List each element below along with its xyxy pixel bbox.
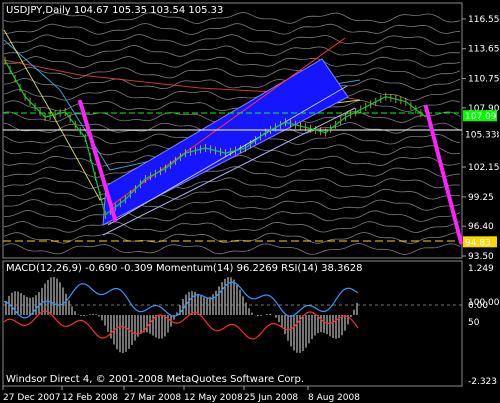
price-tick-label: 102.15 [468, 163, 500, 173]
price-tick-label: 96.40 [468, 222, 494, 232]
price-label-text: 107.09 [465, 112, 497, 122]
copyright-text: Windsor Direct 4, © 2001-2008 MetaQuotes… [6, 374, 304, 385]
price-label-text: 94.83 [465, 238, 491, 248]
envelope-wave [3, 243, 461, 255]
price-tick-label: 93.50 [468, 252, 494, 262]
envelope-wave [3, 177, 461, 189]
envelope-wave [4, 210, 461, 222]
envelope-wave [3, 166, 460, 178]
price-tick-label: 110.75 [468, 75, 500, 85]
price-tick-label: 99.25 [468, 193, 494, 203]
date-tick-label: 12 Feb 2008 [62, 393, 118, 403]
price-tick-label: 116.55 [468, 15, 500, 25]
envelope-wave [3, 188, 461, 200]
envelope-wave [3, 221, 461, 233]
projection-line [78, 99, 118, 222]
indicator-tick-label: -2.323 [468, 377, 497, 387]
envelope-wave [3, 34, 461, 46]
date-axis: 27 Dec 2007 12 Feb 2008 27 Mar 2008 12 May … [2, 386, 360, 403]
indicator-tick-label: 50 [468, 318, 480, 328]
indicator-tick-label: 1.249 [468, 264, 494, 274]
envelope-wave [3, 78, 461, 90]
date-tick-label: 25 Jun 2008 [244, 393, 298, 403]
channel-midline [107, 85, 348, 226]
regression-channel [102, 58, 349, 226]
indicator-line [3, 310, 359, 340]
date-tick-label: 27 Mar 2008 [124, 393, 181, 403]
envelope-wave [3, 232, 461, 244]
price-chart-canvas: 116.55113.65110.75107.90105.33102.1599.2… [2, 2, 500, 403]
indicator-tick-label: 0.00 [468, 301, 488, 311]
chart-window: 116.55113.65110.75107.90105.33102.1599.2… [0, 0, 500, 403]
envelope-wave [3, 45, 460, 57]
indicator-axis: 1.249100.000.0050-2.323 [468, 264, 500, 387]
date-tick-label: 12 May 2008 [184, 393, 243, 403]
price-label-text: 105.33 [465, 130, 497, 140]
envelope-wave [3, 89, 461, 101]
price-tick-label: 113.65 [468, 45, 500, 55]
date-tick-label: 27 Dec 2007 [3, 393, 61, 403]
envelope-wave [3, 56, 461, 68]
main-caption: USDJPY,Daily 104.67 105.35 103.54 105.33 [6, 5, 223, 16]
indicator-lines [3, 276, 462, 354]
indicator-panel-frame [2, 260, 463, 387]
indicator-caption: MACD(12,26,9) -0.690 -0.309 Momentum(14)… [6, 263, 362, 274]
envelope-wave [3, 23, 461, 35]
envelope-wave [3, 199, 461, 211]
date-tick-label: 8 Aug 2008 [308, 393, 360, 403]
